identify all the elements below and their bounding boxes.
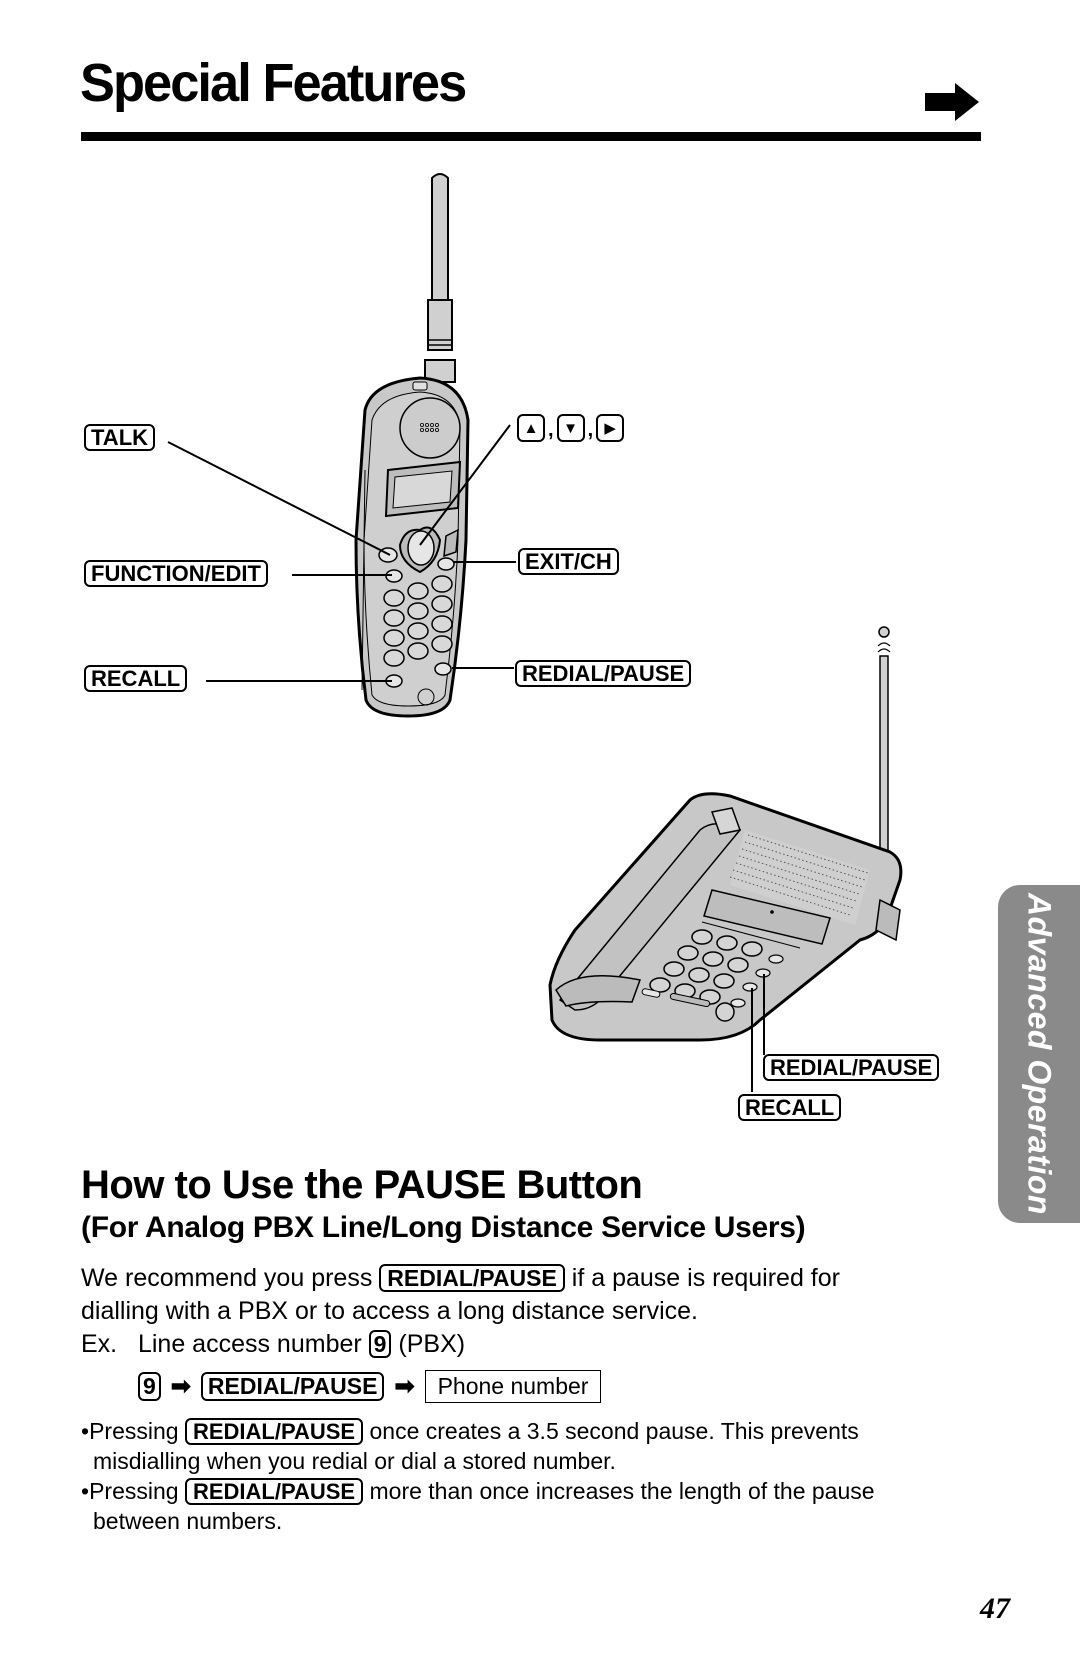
separator: , bbox=[548, 419, 554, 441]
section-subheading: (For Analog PBX Line/Long Distance Servi… bbox=[81, 1211, 806, 1244]
right-arrow-key-icon: ▶ bbox=[596, 414, 625, 442]
callout-base-recall: RECALL bbox=[738, 1094, 842, 1122]
handset-antenna bbox=[424, 173, 456, 383]
up-arrow-key-icon: ▲ bbox=[517, 414, 545, 442]
note-item: •Pressing REDIAL/PAUSE more than once in… bbox=[81, 1478, 875, 1506]
page-number: 47 bbox=[980, 1592, 1010, 1625]
callout-talk: TALK bbox=[84, 424, 156, 452]
note-continuation: misdialling when you redial or dial a st… bbox=[93, 1448, 616, 1474]
redial-pause-key-label: REDIAL/PAUSE bbox=[379, 1264, 565, 1293]
section-heading: How to Use the PAUSE Button bbox=[81, 1163, 643, 1207]
intro-line-2: dialling with a PBX or to access a long … bbox=[81, 1297, 698, 1325]
callout-handset-redial-pause: REDIAL/PAUSE bbox=[515, 660, 692, 688]
intro-paragraph: We recommend you press REDIAL/PAUSE if a… bbox=[81, 1262, 961, 1361]
recall-key-label: RECALL bbox=[84, 665, 188, 693]
talk-key-label: TALK bbox=[84, 424, 156, 452]
example-line: Ex. Line access number 9 (PBX) bbox=[81, 1330, 466, 1359]
redial-pause-key-label: REDIAL/PAUSE bbox=[763, 1054, 940, 1082]
intro-line-1: We recommend you press REDIAL/PAUSE if a… bbox=[81, 1264, 840, 1293]
recall-key-label: RECALL bbox=[738, 1094, 842, 1122]
exit-ch-key-label: EXIT/CH bbox=[518, 548, 619, 576]
callout-exit-ch: EXIT/CH bbox=[518, 548, 619, 576]
section-tab-label: Advanced Operation bbox=[1021, 893, 1058, 1215]
down-arrow-key-icon: ▼ bbox=[556, 414, 585, 442]
redial-pause-key-label: REDIAL/PAUSE bbox=[184, 1418, 364, 1446]
digit-9-key-label: 9 bbox=[368, 1330, 392, 1359]
dial-sequence: 9 ➡ REDIAL/PAUSE ➡ Phone number bbox=[138, 1370, 602, 1403]
digit-9-key-label: 9 bbox=[138, 1372, 161, 1401]
base-unit bbox=[548, 792, 903, 1042]
notes-list: •Pressing REDIAL/PAUSE once creates a 3.… bbox=[81, 1416, 981, 1536]
right-arrow-icon: ➡ bbox=[394, 1373, 415, 1400]
function-edit-key-label: FUNCTION/EDIT bbox=[84, 560, 268, 588]
right-arrow-icon: ➡ bbox=[170, 1373, 191, 1400]
note-item: •Pressing REDIAL/PAUSE once creates a 3.… bbox=[81, 1418, 859, 1446]
callout-function-edit: FUNCTION/EDIT bbox=[84, 560, 268, 588]
callout-recall: RECALL bbox=[84, 665, 188, 693]
note-continuation: between numbers. bbox=[93, 1508, 283, 1534]
section-tab: Advanced Operation bbox=[998, 885, 1080, 1223]
phone-number-box: Phone number bbox=[424, 1370, 602, 1403]
callout-base-redial-pause: REDIAL/PAUSE bbox=[763, 1054, 940, 1082]
callout-navigation-keys: ▲ , ▼ , ▶ bbox=[517, 414, 625, 442]
separator: , bbox=[587, 419, 594, 441]
redial-pause-key-label: REDIAL/PAUSE bbox=[515, 660, 692, 688]
redial-pause-key-label: REDIAL/PAUSE bbox=[184, 1478, 364, 1506]
redial-pause-key-label: REDIAL/PAUSE bbox=[200, 1372, 385, 1401]
